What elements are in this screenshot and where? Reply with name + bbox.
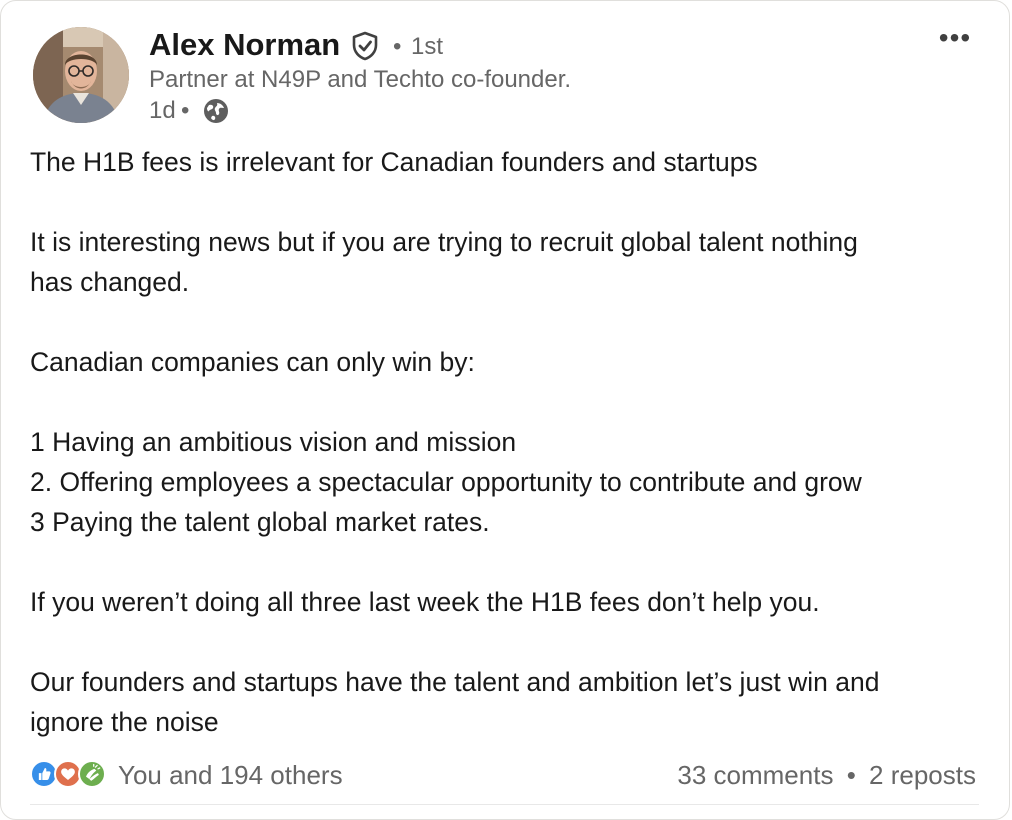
connection-separator: • — [393, 33, 402, 60]
divider — [30, 804, 979, 805]
comments-count-link[interactable]: 33 comments — [677, 760, 833, 790]
post-line-blank — [30, 382, 990, 422]
post-line: Canadian companies can only win by: — [30, 347, 475, 377]
reposts-count-link[interactable]: 2 reposts — [869, 760, 976, 790]
engagement-separator: • — [846, 760, 856, 790]
post-line: 3 Paying the talent global market rates. — [30, 507, 490, 537]
engagement-summary: 33 comments • 2 reposts — [677, 759, 976, 791]
post-line-blank — [30, 182, 990, 222]
post-line-blank — [30, 302, 990, 342]
globe-icon — [204, 99, 228, 123]
reactions-count[interactable]: You and 194 others — [118, 759, 343, 791]
post-line: 2. Offering employees a spectacular oppo… — [30, 467, 862, 497]
connection-degree: 1st — [411, 33, 444, 60]
post-line: Our founders and startups have the talen… — [30, 667, 880, 697]
timestamp-separator: • — [181, 97, 190, 124]
author-headline: Partner at N49P and Techto co-founder. — [149, 66, 572, 93]
post-card: Alex Norman • 1st Partner at N49P and Te… — [0, 0, 1010, 820]
post-body: The H1B fees is irrelevant for Canadian … — [30, 142, 990, 742]
post-line: It is interesting news but if you are tr… — [30, 227, 858, 257]
post-line: The H1B fees is irrelevant for Canadian … — [30, 147, 758, 177]
post-line: 1 Having an ambitious vision and mission — [30, 427, 517, 457]
celebrate-icon — [78, 760, 106, 788]
post-timestamp: 1d — [149, 97, 176, 124]
post-line-blank — [30, 542, 990, 582]
avatar-photo — [33, 27, 129, 123]
author-name[interactable]: Alex Norman — [149, 25, 340, 65]
shield-check-icon — [352, 31, 378, 61]
author-avatar[interactable] — [33, 27, 129, 123]
post-line: If you weren’t doing all three last week… — [30, 587, 820, 617]
post-line: has changed. — [30, 267, 190, 297]
post-line: ignore the noise — [30, 707, 219, 737]
post-line-blank — [30, 622, 990, 662]
reaction-icons[interactable] — [30, 759, 110, 789]
more-options-button[interactable]: ••• — [935, 24, 975, 55]
